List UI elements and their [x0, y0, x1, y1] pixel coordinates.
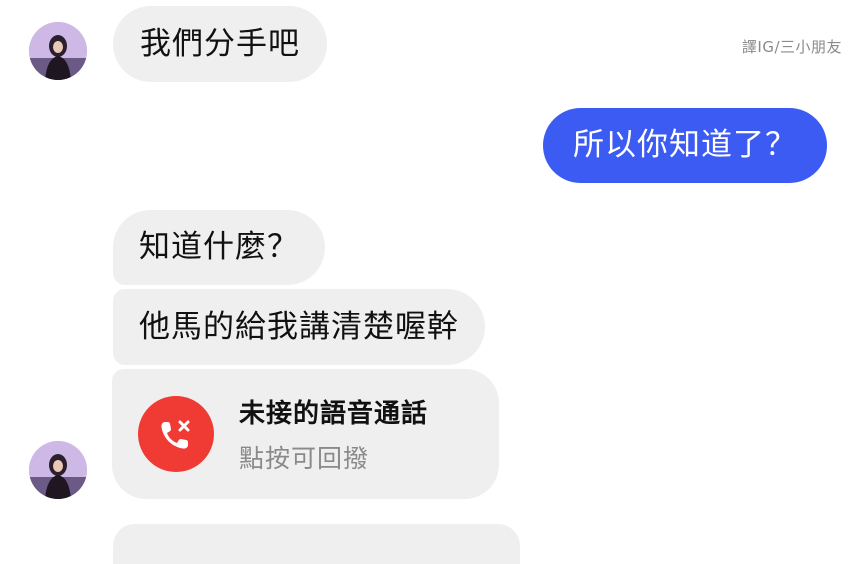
message-text: 知道什麼？: [139, 229, 299, 265]
watermark-text: 譯IG/三小朋友: [741, 38, 842, 56]
call-back-hint[interactable]: 點按可回撥: [239, 439, 369, 475]
message-bubble-incoming[interactable]: 我們分手吧: [113, 6, 327, 82]
missed-call-icon: [138, 396, 214, 472]
avatar-image: [29, 22, 87, 80]
message-bubble-incoming[interactable]: 知道什麼？: [113, 210, 325, 285]
message-text: 他馬的給我講清楚喔幹: [139, 309, 459, 345]
message-bubble-incoming[interactable]: 他馬的給我講清楚喔幹: [113, 289, 485, 365]
avatar-image: [29, 441, 87, 499]
message-bubble-partial: [113, 524, 520, 564]
message-text: 我們分手吧: [140, 26, 300, 62]
message-bubble-outgoing[interactable]: 所以你知道了？: [543, 108, 827, 183]
missed-call-title: 未接的語音通話: [239, 399, 429, 429]
contact-avatar[interactable]: [29, 22, 87, 80]
message-text: 所以你知道了？: [573, 127, 797, 163]
contact-avatar[interactable]: [29, 441, 87, 499]
missed-call-card[interactable]: 未接的語音通話 點按可回撥: [112, 369, 499, 499]
